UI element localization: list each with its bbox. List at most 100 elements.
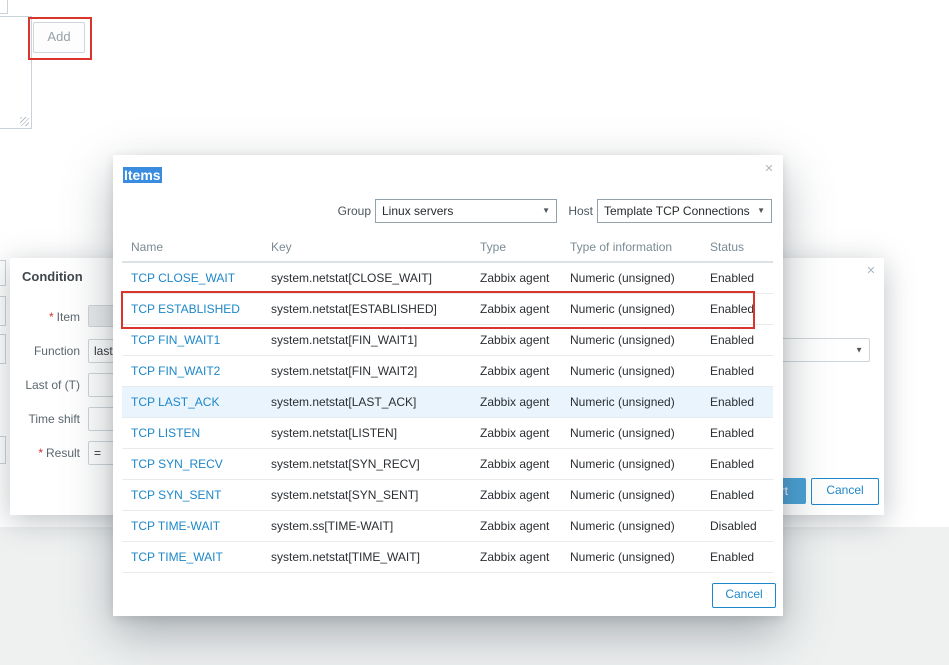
background-input-fragment[interactable]	[0, 0, 8, 14]
status-badge[interactable]: Enabled	[701, 262, 773, 294]
table-header-row: Name Key Type Type of information Status	[122, 236, 773, 263]
item-name-link[interactable]: TCP TIME_WAIT	[131, 550, 223, 564]
condition-dialog-title: Condition	[22, 269, 83, 284]
table-row: TCP LAST_ACK system.netstat[LAST_ACK] Za…	[122, 386, 773, 418]
item-name-cell: TCP CLOSE_WAIT	[122, 262, 262, 294]
required-asterisk: *	[48, 310, 54, 324]
add-button[interactable]: Add	[33, 22, 85, 53]
status-badge[interactable]: Enabled	[701, 417, 773, 449]
required-asterisk: *	[38, 446, 43, 460]
table-row: TCP CLOSE_WAIT system.netstat[CLOSE_WAIT…	[122, 262, 773, 294]
item-type-cell: Zabbix agent	[471, 510, 561, 542]
item-name-cell: TCP TIME_WAIT	[122, 541, 262, 573]
item-name-link[interactable]: TCP LISTEN	[131, 426, 200, 440]
item-name-link[interactable]: TCP SYN_SENT	[131, 488, 221, 502]
column-header-status: Status	[701, 236, 773, 263]
close-icon[interactable]: ✕	[762, 162, 776, 176]
host-select[interactable]: Template TCP Connections ▼	[597, 199, 772, 223]
item-field-label: * Item	[48, 310, 80, 324]
item-info-cell: Numeric (unsigned)	[561, 355, 701, 387]
item-name-link[interactable]: TCP FIN_WAIT1	[131, 333, 220, 347]
item-type-cell: Zabbix agent	[471, 324, 561, 356]
item-key-cell: system.netstat[LISTEN]	[262, 417, 471, 449]
status-badge[interactable]: Enabled	[701, 386, 773, 418]
table-row: TCP SYN_SENT system.netstat[SYN_SENT] Za…	[122, 479, 773, 511]
table-row: TCP ESTABLISHED system.netstat[ESTABLISH…	[122, 293, 773, 325]
column-header-type-of-information: Type of information	[561, 236, 701, 263]
items-cancel-button[interactable]: Cancel	[712, 583, 776, 608]
item-name-link[interactable]: TCP FIN_WAIT2	[131, 364, 220, 378]
item-name-link[interactable]: TCP CLOSE_WAIT	[131, 271, 235, 285]
item-info-cell: Numeric (unsigned)	[561, 324, 701, 356]
item-type-cell: Zabbix agent	[471, 262, 561, 294]
item-info-cell: Numeric (unsigned)	[561, 479, 701, 511]
host-filter-label: Host	[568, 204, 593, 218]
table-row: TCP FIN_WAIT1 system.netstat[FIN_WAIT1] …	[122, 324, 773, 356]
background-input-fragment[interactable]	[0, 296, 6, 326]
item-key-cell: system.netstat[FIN_WAIT1]	[262, 324, 471, 356]
item-name-link[interactable]: TCP LAST_ACK	[131, 395, 219, 409]
background-input-fragment[interactable]	[0, 260, 6, 286]
status-badge[interactable]: Enabled	[701, 355, 773, 387]
status-badge[interactable]: Disabled	[701, 510, 773, 542]
item-info-cell: Numeric (unsigned)	[561, 448, 701, 480]
item-name-link[interactable]: TCP TIME-WAIT	[131, 519, 220, 533]
condition-cancel-button[interactable]: Cancel	[811, 478, 879, 505]
item-name-cell: TCP ESTABLISHED	[122, 293, 262, 325]
last-of-field-label: Last of (T)	[25, 378, 80, 392]
background-input-fragment[interactable]	[0, 334, 6, 364]
table-row: TCP LISTEN system.netstat[LISTEN] Zabbix…	[122, 417, 773, 449]
item-name-link[interactable]: TCP SYN_RECV	[131, 457, 223, 471]
background-input-fragment[interactable]	[0, 436, 6, 464]
item-name-cell: TCP FIN_WAIT1	[122, 324, 262, 356]
page: Add Condition ✕ * Item Function last Last…	[0, 0, 949, 665]
group-select[interactable]: Linux servers ▼	[375, 199, 557, 223]
status-badge[interactable]: Enabled	[701, 448, 773, 480]
item-name-cell: TCP SYN_SENT	[122, 479, 262, 511]
items-table: Name Key Type Type of information Status…	[122, 236, 773, 573]
item-name-cell: TCP LISTEN	[122, 417, 262, 449]
item-key-cell: system.ss[TIME-WAIT]	[262, 510, 471, 542]
item-name-cell: TCP SYN_RECV	[122, 448, 262, 480]
table-row: TCP FIN_WAIT2 system.netstat[FIN_WAIT2] …	[122, 355, 773, 387]
status-badge[interactable]: Enabled	[701, 324, 773, 356]
item-info-cell: Numeric (unsigned)	[561, 510, 701, 542]
item-info-cell: Numeric (unsigned)	[561, 386, 701, 418]
item-type-cell: Zabbix agent	[471, 386, 561, 418]
item-key-cell: system.netstat[SYN_RECV]	[262, 448, 471, 480]
status-badge[interactable]: Enabled	[701, 479, 773, 511]
item-type-cell: Zabbix agent	[471, 355, 561, 387]
chevron-down-icon: ▼	[542, 206, 550, 215]
result-field-label: * Result	[38, 446, 80, 460]
table-row: TCP TIME_WAIT system.netstat[TIME_WAIT] …	[122, 541, 773, 573]
item-info-cell: Numeric (unsigned)	[561, 417, 701, 449]
status-badge[interactable]: Enabled	[701, 293, 773, 325]
item-name-cell: TCP LAST_ACK	[122, 386, 262, 418]
item-key-cell: system.netstat[CLOSE_WAIT]	[262, 262, 471, 294]
item-info-cell: Numeric (unsigned)	[561, 293, 701, 325]
item-type-cell: Zabbix agent	[471, 479, 561, 511]
table-row: TCP TIME-WAIT system.ss[TIME-WAIT] Zabbi…	[122, 510, 773, 542]
item-name-cell: TCP FIN_WAIT2	[122, 355, 262, 387]
group-filter-label: Group	[337, 204, 371, 218]
item-key-cell: system.netstat[ESTABLISHED]	[262, 293, 471, 325]
resize-handle-icon[interactable]	[20, 117, 29, 126]
item-name-link[interactable]: TCP ESTABLISHED	[131, 302, 240, 316]
status-badge[interactable]: Enabled	[701, 541, 773, 573]
item-type-cell: Zabbix agent	[471, 448, 561, 480]
items-modal: Items ✕ Group Linux servers ▼ Host Templ…	[113, 155, 783, 616]
background-textarea[interactable]	[0, 16, 32, 129]
item-info-cell: Numeric (unsigned)	[561, 541, 701, 573]
item-type-cell: Zabbix agent	[471, 417, 561, 449]
function-field-label: Function	[33, 344, 80, 358]
item-key-cell: system.netstat[SYN_SENT]	[262, 479, 471, 511]
item-name-cell: TCP TIME-WAIT	[122, 510, 262, 542]
items-modal-title: Items	[123, 167, 162, 183]
column-header-name: Name	[122, 236, 262, 263]
close-icon[interactable]: ✕	[864, 264, 878, 278]
column-header-type: Type	[471, 236, 561, 263]
item-key-cell: system.netstat[FIN_WAIT2]	[262, 355, 471, 387]
item-key-cell: system.netstat[LAST_ACK]	[262, 386, 471, 418]
table-row: TCP SYN_RECV system.netstat[SYN_RECV] Za…	[122, 448, 773, 480]
chevron-down-icon: ▼	[757, 206, 765, 215]
